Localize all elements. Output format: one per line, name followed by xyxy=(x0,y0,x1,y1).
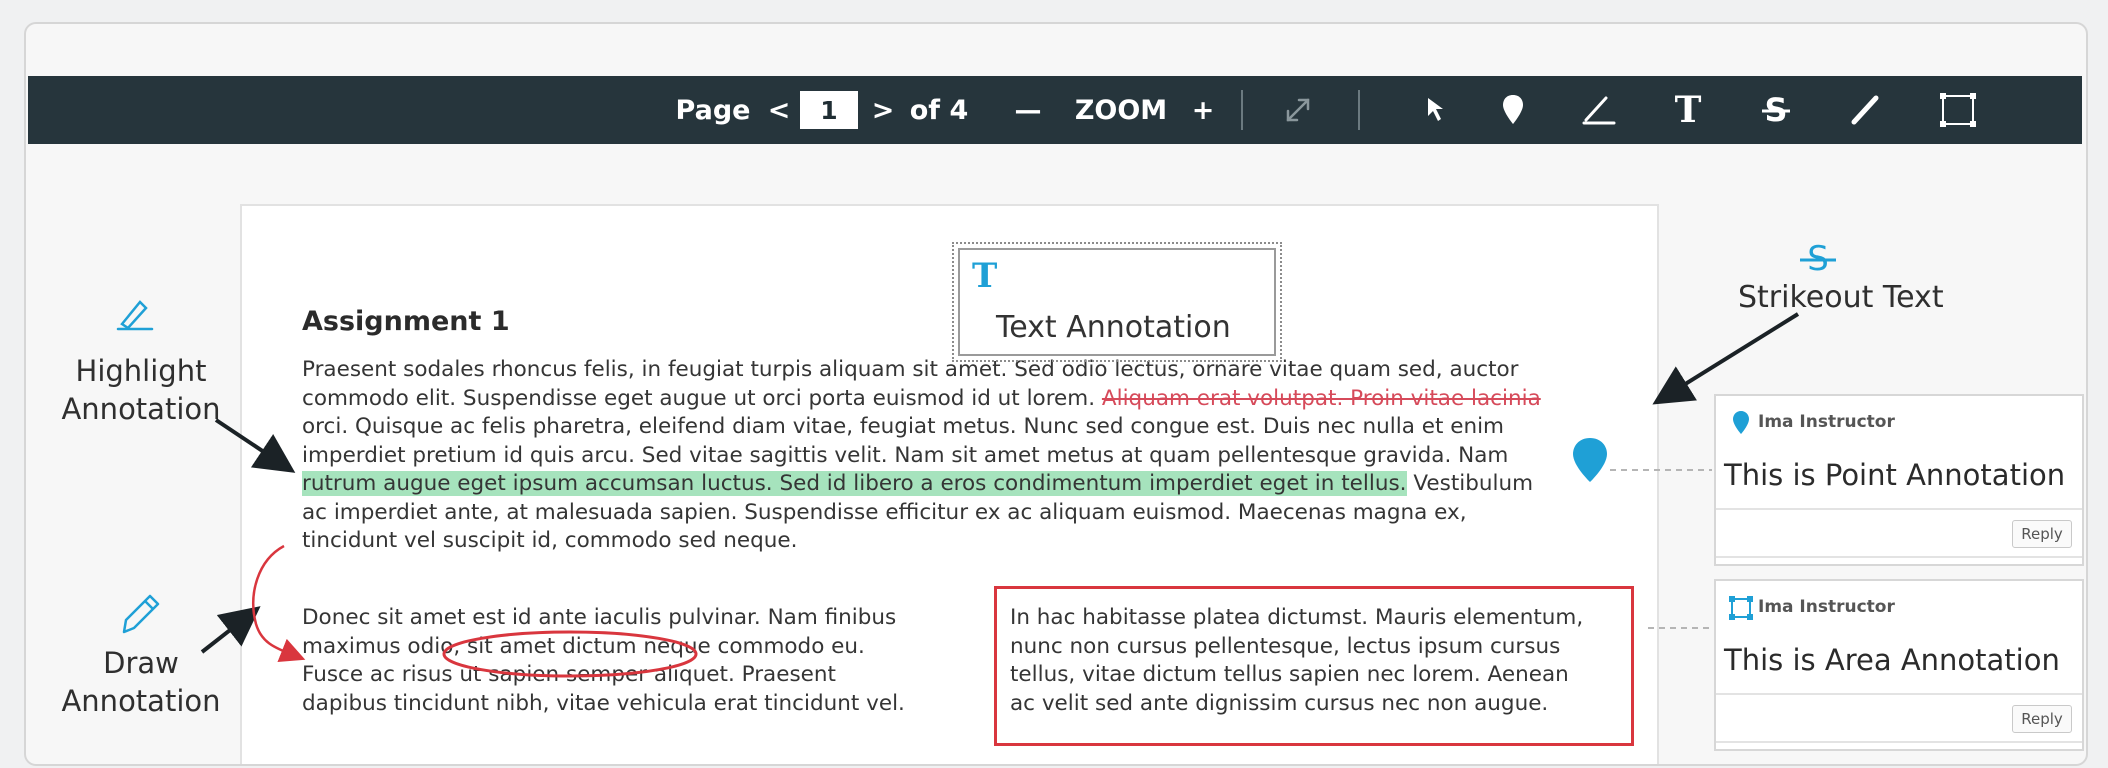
highlight-callout-icon xyxy=(116,300,154,331)
draw-callout-icon xyxy=(122,594,160,634)
highlight-arrow xyxy=(214,418,296,473)
draw-annotation-brace xyxy=(252,544,306,663)
point-annotation-pin[interactable] xyxy=(1573,438,1607,482)
viewer-frame: Page < 1 > of 4 — ZOOM + T S Assignment … xyxy=(24,22,2088,766)
annotation-overlay: S xyxy=(116,239,1836,678)
strikeout-callout-icon: S xyxy=(1800,239,1836,279)
draw-annotation-ellipse xyxy=(442,630,698,678)
draw-arrow xyxy=(200,606,261,654)
strikeout-arrow xyxy=(1652,312,1800,405)
